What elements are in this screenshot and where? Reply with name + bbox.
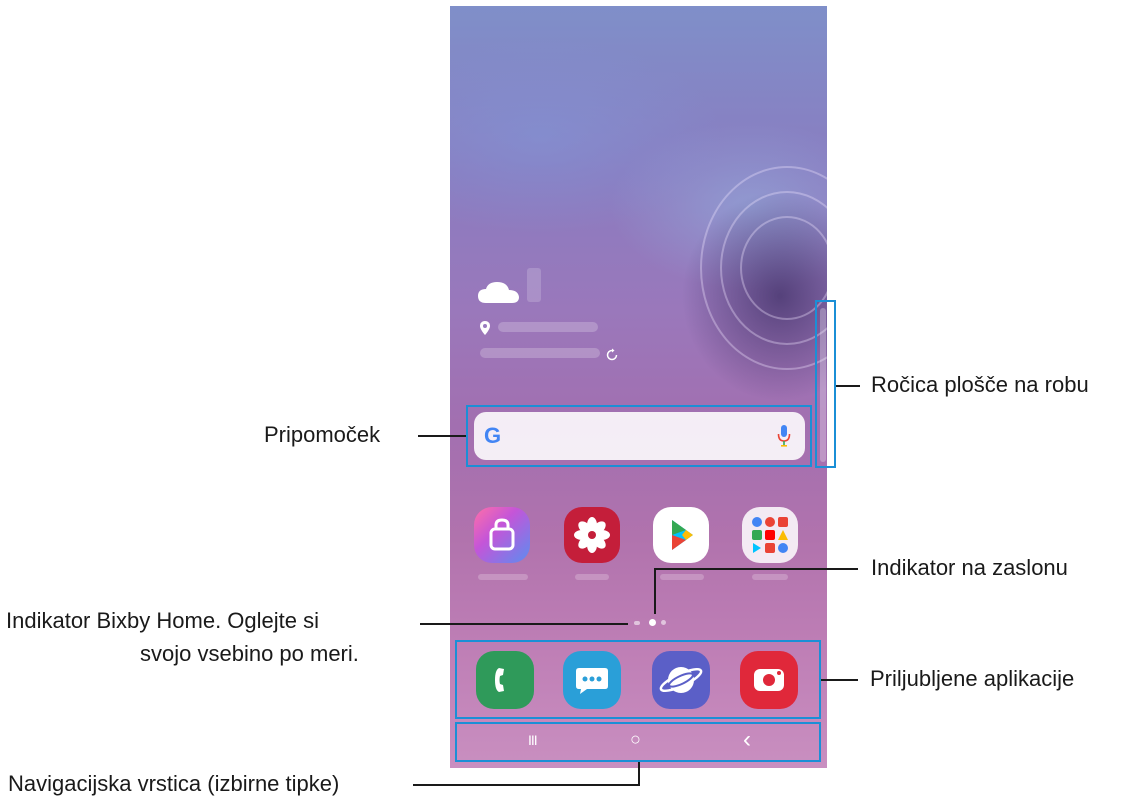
callout-widget: Pripomoček [264,422,381,447]
temperature-placeholder [527,268,541,302]
gallery-icon[interactable] [564,507,620,563]
cloud-icon[interactable] [476,281,522,310]
date-placeholder [480,348,600,358]
bixby-home-indicator[interactable] [634,621,640,625]
callout-bixby-line2: svojo vsebino po meri. [140,641,359,666]
callout-line-screen-indicator-vertical [654,568,656,614]
callout-bixby-line1: Indikator Bixby Home. Oglejte si [6,608,320,633]
galaxy-store-icon[interactable] [474,507,530,563]
callout-favorite-apps: Priljubljene aplikacije [870,666,1075,691]
callout-edge-panel-handle: Ročica plošče na robu [871,372,1089,397]
callout-line-navigation-vertical [638,762,640,786]
screen-indicator-dot-active [649,619,656,626]
app-label-placeholder [660,574,704,580]
navigation-bar-highlight [455,722,821,762]
app-label-placeholder [752,574,788,580]
pin-icon [480,321,490,340]
app-label-placeholder [575,574,609,580]
play-store-icon[interactable] [653,507,709,563]
callout-screen-indicator: Indikator na zaslonu [871,555,1068,580]
edge-handle-highlight [815,300,836,468]
callout-navigation-bar: Navigacijska vrstica (izbirne tipke) [8,771,340,796]
app-label-placeholder [478,574,528,580]
callout-line-edge-handle [836,385,860,387]
location-placeholder [498,322,598,332]
favorite-apps-highlight [455,640,821,719]
widget-highlight [466,405,812,467]
refresh-icon[interactable] [605,348,619,367]
wallpaper-wave [740,216,827,320]
callout-line-navigation [413,784,640,786]
callout-line-widget [418,435,466,437]
callout-line-favorite-apps [821,679,858,681]
callout-line-bixby [420,623,628,625]
callout-line-screen-indicator [655,568,858,570]
screen-indicator-dot [661,620,666,625]
google-folder-icon[interactable] [742,507,798,563]
